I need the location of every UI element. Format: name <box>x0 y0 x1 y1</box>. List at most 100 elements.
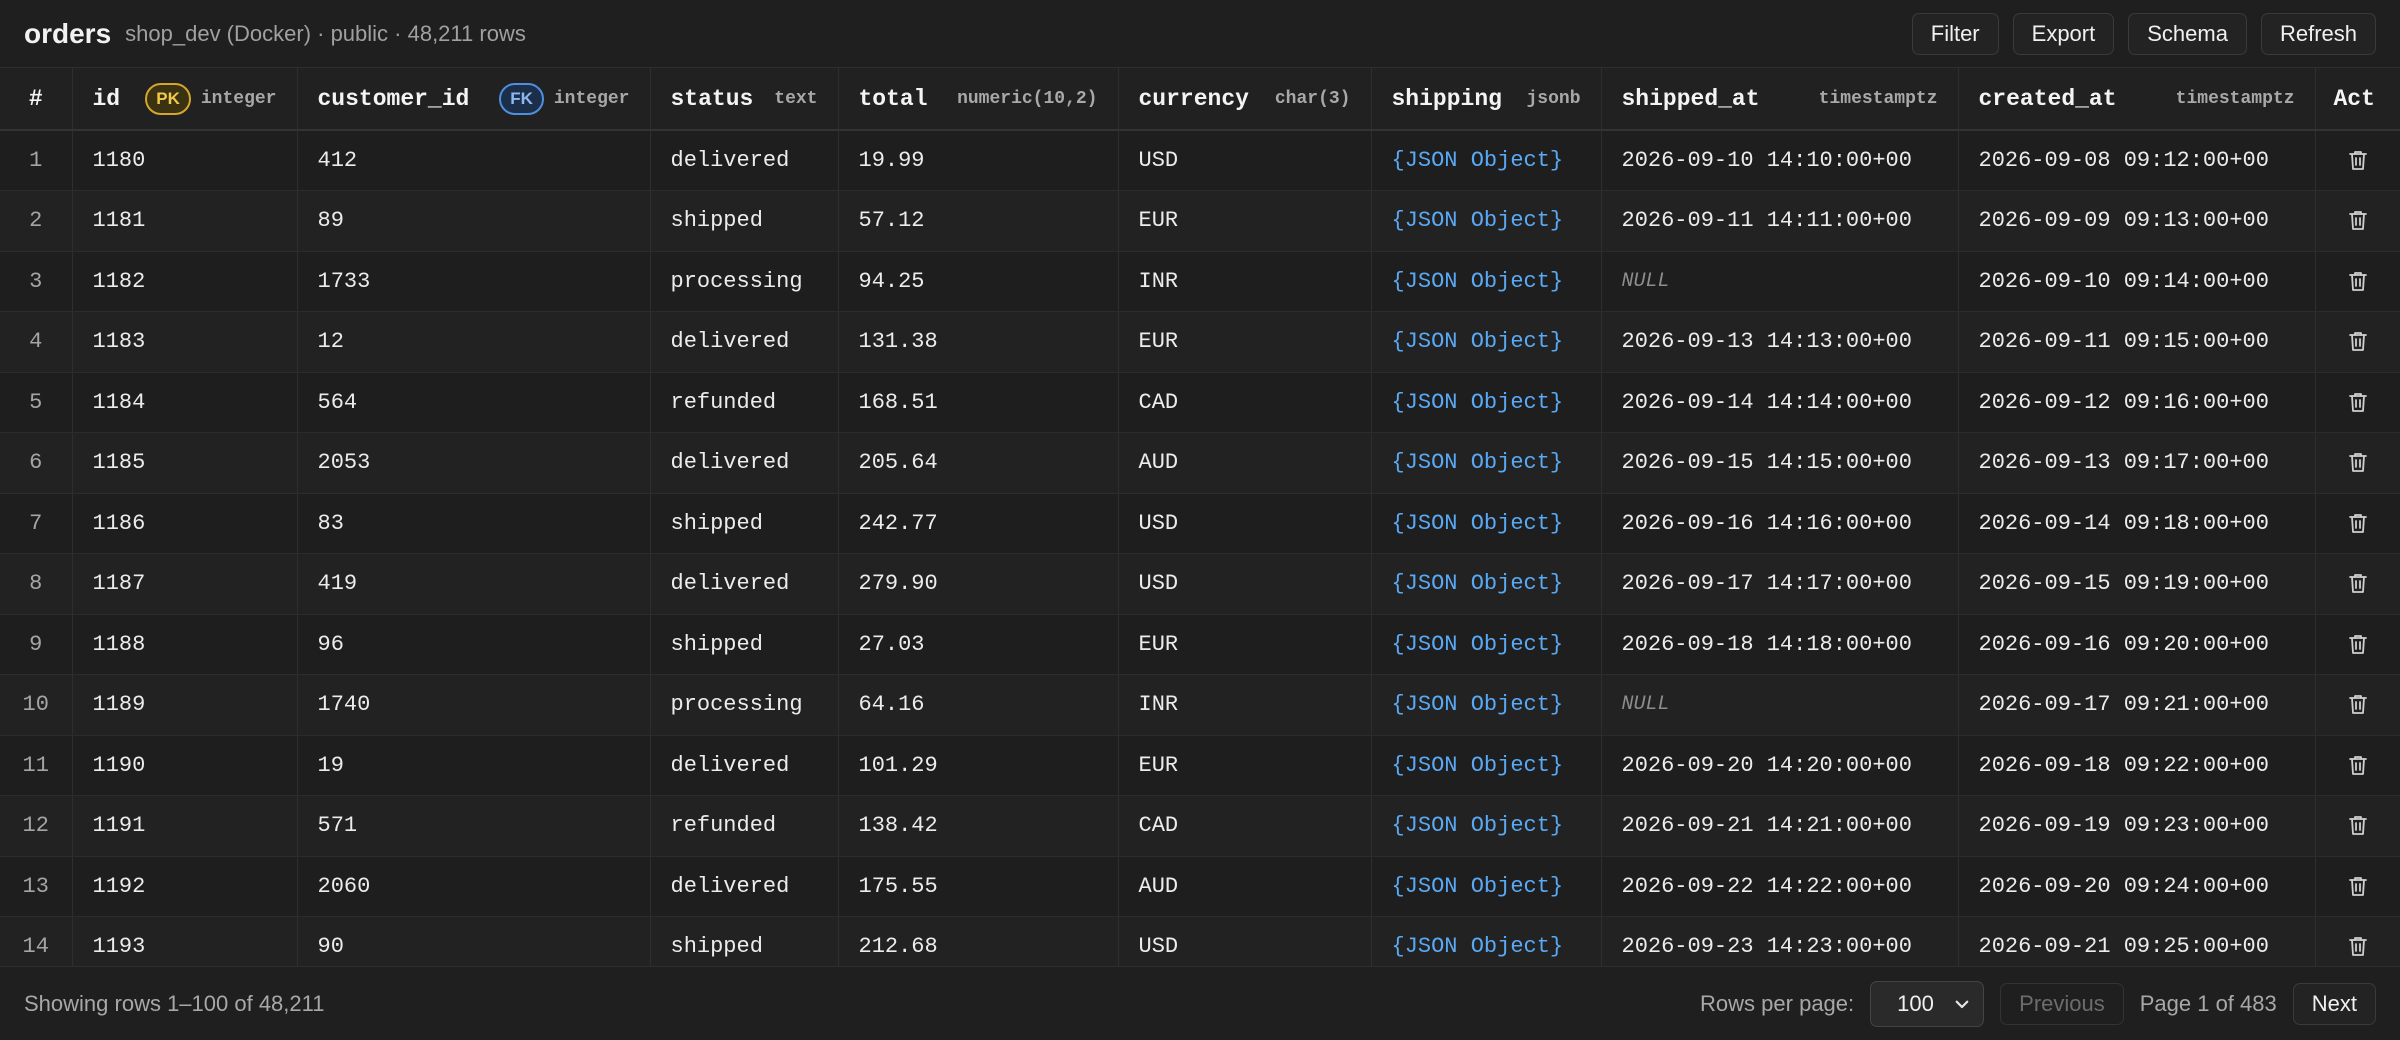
column-header-currency[interactable]: currency char(3) <box>1118 68 1372 131</box>
cell-shipping[interactable]: {JSON Object} <box>1371 372 1602 433</box>
table-row[interactable]: 12 1191 571 refunded 138.42 CAD {JSON Object} 2… <box>0 795 2400 857</box>
cell-status[interactable]: delivered <box>650 311 839 373</box>
cell-shipping[interactable]: {JSON Object} <box>1371 311 1602 373</box>
cell-total[interactable]: 101.29 <box>838 735 1119 796</box>
table-row[interactable]: 6 1185 2053 delivered 205.64 AUD {JSON Object}… <box>0 432 2400 494</box>
cell-status[interactable]: delivered <box>650 432 839 494</box>
export-button[interactable]: Export <box>2012 12 2115 55</box>
cell-currency[interactable]: USD <box>1118 493 1372 554</box>
table-row[interactable]: 8 1187 419 delivered 279.90 USD {JSON Object} 2… <box>0 553 2400 615</box>
cell-created-at[interactable]: 2026-09-17 09:21:00+00 <box>1958 674 2316 736</box>
table-row[interactable]: 13 1192 2060 delivered 175.55 AUD {JSON Object… <box>0 856 2400 917</box>
trash-icon[interactable] <box>2346 390 2370 414</box>
cell-id[interactable]: 1184 <box>72 372 298 433</box>
previous-page-button[interactable]: Previous <box>2000 982 2124 1025</box>
column-header-customer-id[interactable]: customer_id FK integer <box>297 68 651 131</box>
cell-shipped-at[interactable]: 2026-09-13 14:13:00+00 <box>1601 311 1959 373</box>
cell-id[interactable]: 1193 <box>72 916 298 966</box>
cell-shipping[interactable]: {JSON Object} <box>1371 251 1602 312</box>
cell-created-at[interactable]: 2026-09-21 09:25:00+00 <box>1958 916 2316 966</box>
cell-id[interactable]: 1191 <box>72 795 298 857</box>
cell-status[interactable]: delivered <box>650 735 839 796</box>
cell-id[interactable]: 1186 <box>72 493 298 554</box>
next-page-button[interactable]: Next <box>2292 982 2376 1025</box>
cell-currency[interactable]: EUR <box>1118 311 1372 373</box>
table-row[interactable]: 11 1190 19 delivered 101.29 EUR {JSON Object} 2… <box>0 735 2400 796</box>
cell-currency[interactable]: USD <box>1118 916 1372 966</box>
cell-shipped-at[interactable]: NULL <box>1601 674 1959 736</box>
cell-customer-id[interactable]: 571 <box>297 795 651 857</box>
cell-created-at[interactable]: 2026-09-16 09:20:00+00 <box>1958 614 2316 675</box>
cell-total[interactable]: 57.12 <box>838 190 1119 252</box>
cell-shipped-at[interactable]: 2026-09-22 14:22:00+00 <box>1601 856 1959 917</box>
cell-shipping[interactable]: {JSON Object} <box>1371 614 1602 675</box>
cell-shipped-at[interactable]: 2026-09-20 14:20:00+00 <box>1601 735 1959 796</box>
cell-created-at[interactable]: 2026-09-14 09:18:00+00 <box>1958 493 2316 554</box>
cell-status[interactable]: shipped <box>650 614 839 675</box>
cell-id[interactable]: 1187 <box>72 553 298 615</box>
table-row[interactable]: 9 1188 96 shipped 27.03 EUR {JSON Object} 2026-… <box>0 614 2400 675</box>
cell-created-at[interactable]: 2026-09-19 09:23:00+00 <box>1958 795 2316 857</box>
cell-id[interactable]: 1190 <box>72 735 298 796</box>
cell-created-at[interactable]: 2026-09-20 09:24:00+00 <box>1958 856 2316 917</box>
cell-customer-id[interactable]: 1733 <box>297 251 651 312</box>
cell-shipping[interactable]: {JSON Object} <box>1371 432 1602 494</box>
cell-status[interactable]: shipped <box>650 916 839 966</box>
table-row[interactable]: 5 1184 564 refunded 168.51 CAD {JSON Object} 20… <box>0 372 2400 433</box>
table-row[interactable]: 10 1189 1740 processing 64.16 INR {JSON Object… <box>0 674 2400 736</box>
trash-icon[interactable] <box>2346 813 2370 837</box>
cell-currency[interactable]: INR <box>1118 251 1372 312</box>
cell-shipped-at[interactable]: 2026-09-18 14:18:00+00 <box>1601 614 1959 675</box>
cell-created-at[interactable]: 2026-09-12 09:16:00+00 <box>1958 372 2316 433</box>
cell-customer-id[interactable]: 90 <box>297 916 651 966</box>
cell-shipping[interactable]: {JSON Object} <box>1371 856 1602 917</box>
cell-shipping[interactable]: {JSON Object} <box>1371 916 1602 966</box>
trash-icon[interactable] <box>2346 632 2370 656</box>
cell-shipping[interactable]: {JSON Object} <box>1371 795 1602 857</box>
cell-shipped-at[interactable]: 2026-09-21 14:21:00+00 <box>1601 795 1959 857</box>
cell-status[interactable]: delivered <box>650 130 839 191</box>
cell-currency[interactable]: USD <box>1118 553 1372 615</box>
cell-created-at[interactable]: 2026-09-11 09:15:00+00 <box>1958 311 2316 373</box>
cell-total[interactable]: 64.16 <box>838 674 1119 736</box>
cell-currency[interactable]: EUR <box>1118 614 1372 675</box>
cell-customer-id[interactable]: 419 <box>297 553 651 615</box>
refresh-button[interactable]: Refresh <box>2260 12 2376 55</box>
cell-id[interactable]: 1183 <box>72 311 298 373</box>
cell-created-at[interactable]: 2026-09-09 09:13:00+00 <box>1958 190 2316 252</box>
cell-id[interactable]: 1185 <box>72 432 298 494</box>
cell-id[interactable]: 1182 <box>72 251 298 312</box>
column-header-status[interactable]: status text <box>650 68 839 131</box>
cell-id[interactable]: 1188 <box>72 614 298 675</box>
cell-currency[interactable]: INR <box>1118 674 1372 736</box>
cell-total[interactable]: 212.68 <box>838 916 1119 966</box>
trash-icon[interactable] <box>2346 148 2370 172</box>
trash-icon[interactable] <box>2346 571 2370 595</box>
column-header-id[interactable]: id PK integer <box>72 68 298 131</box>
table-row[interactable]: 7 1186 83 shipped 242.77 USD {JSON Object} 2026… <box>0 493 2400 554</box>
cell-id[interactable]: 1192 <box>72 856 298 917</box>
trash-icon[interactable] <box>2346 753 2370 777</box>
cell-created-at[interactable]: 2026-09-15 09:19:00+00 <box>1958 553 2316 615</box>
cell-currency[interactable]: EUR <box>1118 190 1372 252</box>
cell-total[interactable]: 94.25 <box>838 251 1119 312</box>
filter-button[interactable]: Filter <box>1911 12 1999 55</box>
cell-shipping[interactable]: {JSON Object} <box>1371 190 1602 252</box>
cell-total[interactable]: 27.03 <box>838 614 1119 675</box>
cell-shipped-at[interactable]: 2026-09-14 14:14:00+00 <box>1601 372 1959 433</box>
cell-customer-id[interactable]: 1740 <box>297 674 651 736</box>
cell-customer-id[interactable]: 96 <box>297 614 651 675</box>
table-row[interactable]: 1 1180 412 delivered 19.99 USD {JSON Object} 20… <box>0 130 2400 191</box>
cell-status[interactable]: shipped <box>650 493 839 554</box>
cell-id[interactable]: 1181 <box>72 190 298 252</box>
cell-total[interactable]: 279.90 <box>838 553 1119 615</box>
cell-shipping[interactable]: {JSON Object} <box>1371 553 1602 615</box>
cell-total[interactable]: 242.77 <box>838 493 1119 554</box>
trash-icon[interactable] <box>2346 329 2370 353</box>
cell-currency[interactable]: CAD <box>1118 372 1372 433</box>
cell-shipping[interactable]: {JSON Object} <box>1371 674 1602 736</box>
cell-shipped-at[interactable]: 2026-09-16 14:16:00+00 <box>1601 493 1959 554</box>
cell-shipping[interactable]: {JSON Object} <box>1371 493 1602 554</box>
cell-created-at[interactable]: 2026-09-10 09:14:00+00 <box>1958 251 2316 312</box>
cell-total[interactable]: 205.64 <box>838 432 1119 494</box>
